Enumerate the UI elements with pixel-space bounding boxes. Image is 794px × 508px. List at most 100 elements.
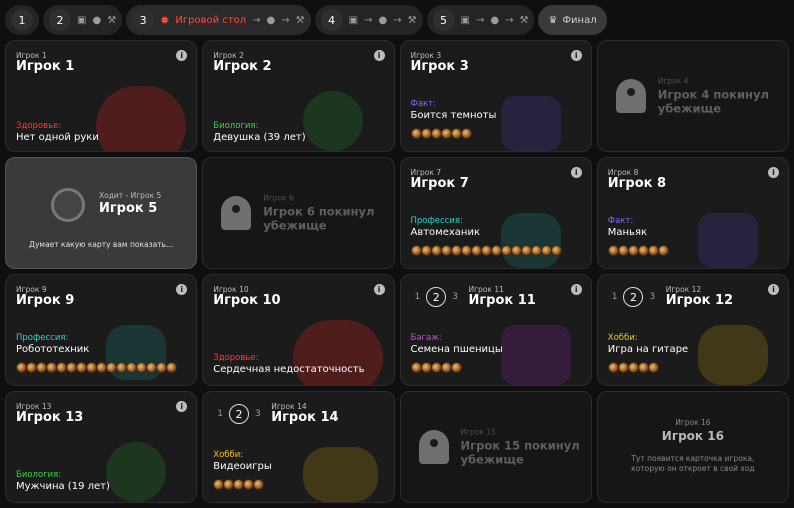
clover-icon [303, 91, 364, 151]
mic-icon: ● [378, 14, 388, 26]
token-icon [440, 245, 452, 256]
stage-1[interactable]: 1 [5, 5, 39, 35]
token-icon [450, 245, 462, 256]
stage-final[interactable]: ♛ Финал [538, 5, 607, 35]
cards-icon: ▣ [460, 14, 470, 26]
cards-icon: ▣ [77, 14, 87, 26]
token-icon [540, 245, 552, 256]
player-card[interactable]: 1 2 3 Игрок 14 Игрок 14 Хобби: Видеоигры [202, 391, 395, 503]
info-icon[interactable]: i [570, 50, 582, 61]
card-tokens [607, 362, 659, 373]
token-icon [470, 245, 482, 256]
arrow-icon: → [281, 14, 290, 26]
gavel-icon: ⚒ [407, 14, 417, 26]
clover-icon [106, 442, 166, 502]
token-icon [550, 245, 562, 256]
ghost-icon [221, 196, 252, 230]
alarm-clock-icon [51, 188, 85, 222]
token-icon [460, 128, 472, 139]
mic-icon: ● [92, 14, 102, 26]
token-icon [480, 245, 492, 256]
arrow-icon: → [252, 14, 261, 26]
player-card[interactable]: Игрок 2 Игрок 2 i Биология: Девушка (39 … [202, 40, 395, 152]
players-grid: Игрок 1 Игрок 1 i Здоровье: Нет одной ру… [5, 40, 789, 503]
card-tokens [410, 362, 462, 373]
mic-icon: ● [266, 14, 276, 26]
table-icon: ✹ [160, 13, 170, 27]
player-card[interactable]: Игрок 10 Игрок 10 i Здоровье: Сердечная … [202, 274, 395, 386]
stage-5[interactable]: 5 ▣ → ● → ⚒ [426, 5, 535, 35]
gamepad-icon [303, 447, 379, 502]
token-icon [510, 245, 522, 256]
gavel-icon: ⚒ [295, 14, 305, 26]
token-icon [410, 128, 422, 139]
player-card[interactable]: Игрок 1 Игрок 1 i Здоровье: Нет одной ру… [5, 40, 198, 152]
player-card-left: Игрок 15 Игрок 15 покинул убежище [399, 391, 592, 503]
player-card[interactable]: Игрок 8 Игрок 8 i Факт: Маньяк [596, 157, 789, 269]
arrow-icon: → [505, 14, 514, 26]
token-icon [420, 362, 432, 373]
stage-2[interactable]: 2 ▣ ● ⚒ [43, 5, 123, 35]
arrow-icon: → [475, 14, 485, 26]
info-icon[interactable]: i [570, 167, 582, 178]
card-tokens [607, 245, 669, 256]
token-icon [430, 128, 442, 139]
gavel-icon: ⚒ [519, 14, 529, 26]
notepad-icon [697, 213, 758, 268]
card-tokens [16, 362, 177, 373]
heart-icon [293, 320, 384, 385]
player-card-left: Игрок 6 Игрок 6 покинул убежище [202, 157, 395, 269]
info-icon[interactable]: i [768, 167, 779, 178]
info-icon[interactable]: i [570, 284, 582, 295]
gear-icon [500, 213, 561, 268]
notepad-icon [500, 96, 561, 151]
round-indicator: 1 2 3 [612, 287, 655, 307]
ghost-icon [615, 79, 646, 113]
card-tokens [410, 128, 472, 139]
player-card-active[interactable]: Ходит - Игрок 5 Игрок 5 Думает какую кар… [5, 157, 198, 269]
player-card[interactable]: 1 2 3 Игрок 12 Игрок 12 i Хобби: Игра на… [596, 274, 789, 386]
player-card[interactable]: Игрок 13 Игрок 13 i Биология: Мужчина (1… [5, 391, 198, 503]
info-icon[interactable]: i [373, 50, 385, 61]
token-icon [166, 362, 177, 373]
card-tokens [213, 479, 265, 490]
stage-bar: 1 2 ▣ ● ⚒ 3 ✹ Игровой стол → ● → ⚒ 4 ▣ →… [5, 5, 789, 35]
token-icon [647, 362, 659, 373]
info-icon[interactable]: i [768, 284, 779, 295]
stage-3[interactable]: 3 ✹ Игровой стол → ● → ⚒ [126, 5, 311, 35]
player-card[interactable]: Игрок 9 Игрок 9 i Профессия: Робототехни… [5, 274, 198, 386]
player-card-empty: Игрок 16 Игрок 16 Тут появится карточка … [596, 391, 789, 503]
token-icon [450, 362, 462, 373]
mic-icon: ● [490, 14, 500, 26]
token-icon [440, 362, 452, 373]
token-icon [657, 245, 669, 256]
heart-icon [96, 86, 186, 151]
info-icon[interactable]: i [176, 401, 188, 412]
player-card[interactable]: 1 2 3 Игрок 11 Игрок 11 i Багаж: Семена … [399, 274, 592, 386]
token-icon [430, 362, 442, 373]
token-icon [490, 245, 502, 256]
token-icon [410, 362, 422, 373]
card-tokens [410, 245, 562, 256]
arrow-icon: → [364, 14, 373, 26]
token-icon [460, 245, 472, 256]
round-indicator: 1 2 3 [217, 404, 261, 424]
token-icon [530, 245, 542, 256]
token-icon [253, 479, 265, 490]
token-icon [520, 245, 532, 256]
round-indicator: 1 2 3 [415, 287, 458, 307]
ghost-icon [418, 430, 449, 464]
player-card[interactable]: Игрок 7 Игрок 7 i Профессия: Автомеханик [399, 157, 592, 269]
info-icon[interactable]: i [373, 284, 385, 295]
suitcase-icon [500, 325, 571, 385]
token-icon [420, 245, 432, 256]
crown-icon: ♛ [548, 14, 558, 26]
arrow-icon: → [393, 14, 402, 26]
info-icon[interactable]: i [176, 50, 188, 61]
stage-4[interactable]: 4 ▣ → ● → ⚒ [314, 5, 423, 35]
gamepad-icon [697, 325, 768, 385]
player-card[interactable]: Игрок 3 Игрок 3 i Факт: Боится темноты [399, 40, 592, 152]
info-icon[interactable]: i [176, 284, 188, 295]
token-icon [410, 245, 422, 256]
token-icon [450, 128, 462, 139]
